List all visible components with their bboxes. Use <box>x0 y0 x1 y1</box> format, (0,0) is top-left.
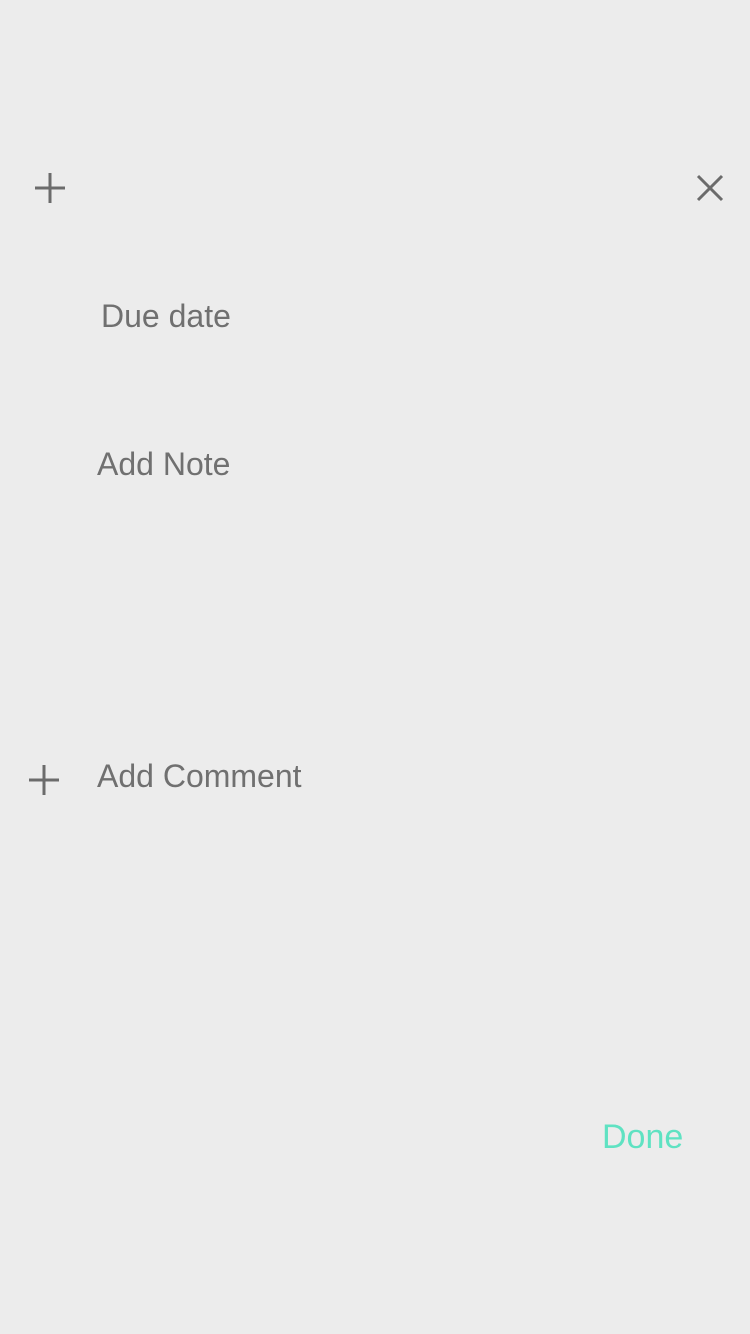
done-button[interactable]: Done <box>602 1117 683 1157</box>
add-note-field[interactable]: Add Note <box>97 444 230 484</box>
add-comment-plus-icon[interactable] <box>22 758 66 802</box>
close-icon[interactable] <box>688 166 732 210</box>
close-icon-glyph <box>696 174 724 202</box>
due-date-field[interactable]: Due date <box>101 296 231 336</box>
plus-icon <box>35 173 65 203</box>
add-comment-field[interactable]: Add Comment <box>97 756 302 796</box>
plus-icon <box>29 765 59 795</box>
add-subtask-plus-icon[interactable] <box>28 166 72 210</box>
